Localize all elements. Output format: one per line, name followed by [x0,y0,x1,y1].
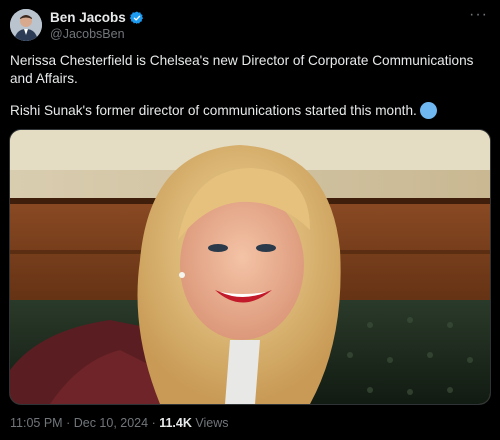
tweet-text-line-2: Rishi Sunak's former director of communi… [10,103,417,118]
tweet-card: Ben Jacobs @JacobsBen ··· Nerissa Cheste… [0,0,500,440]
author-handle[interactable]: @JacobsBen [50,27,144,41]
verified-badge-icon [129,10,144,25]
blue-circle-emoji-icon [419,102,437,119]
tweet-text-line-1: Nerissa Chesterfield is Chelsea's new Di… [10,53,474,86]
avatar[interactable] [10,9,42,41]
more-options-icon[interactable]: ··· [469,6,488,24]
tweet-time[interactable]: 11:05 PM [10,416,63,430]
author-block: Ben Jacobs @JacobsBen [50,10,144,41]
meta-separator-2: · [151,416,156,430]
tweet-text: Nerissa Chesterfield is Chelsea's new Di… [10,52,490,120]
tweet-photo[interactable] [9,129,491,405]
tweet-meta: 11:05 PM · Dec 10, 2024 · 11.4K Views [10,416,229,430]
tweet-text-line-2-wrap: Rishi Sunak's former director of communi… [10,102,490,120]
views-count[interactable]: 11.4K [159,416,192,430]
author-display-name[interactable]: Ben Jacobs [50,10,126,25]
tweet-date[interactable]: Dec 10, 2024 [74,416,148,430]
views-label: Views [195,416,229,430]
meta-separator-1: · [66,416,71,430]
